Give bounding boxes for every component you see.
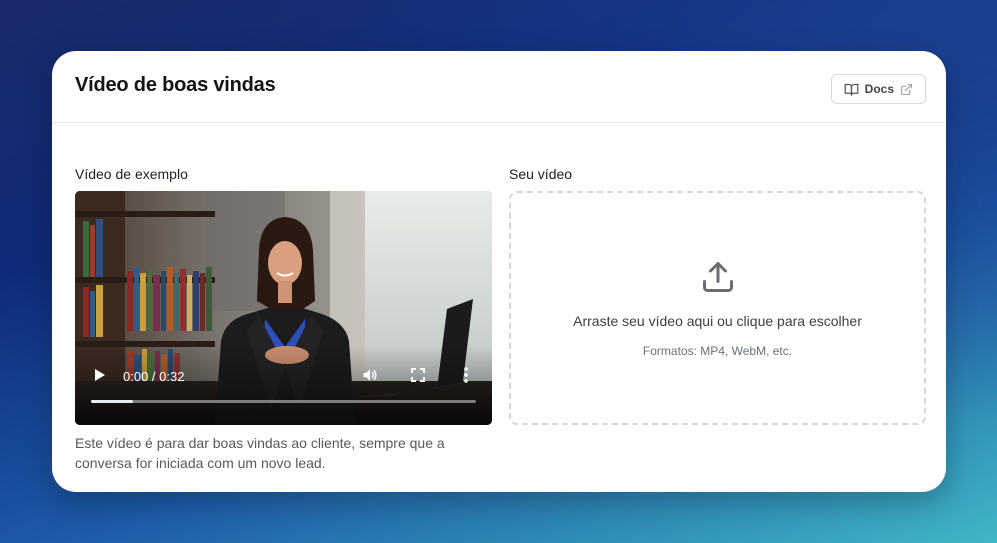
card-header: Vídeo de boas vindas Docs: [52, 51, 946, 123]
docs-button-label: Docs: [864, 82, 894, 96]
video-progress-bar[interactable]: [91, 400, 476, 403]
video-time: 0:00 / 0:32: [123, 369, 185, 384]
upload-icon: [700, 259, 736, 300]
video-upload-dropzone[interactable]: Arraste seu vídeo aqui ou clique para es…: [509, 191, 926, 425]
book-open-icon: [844, 83, 859, 96]
external-link-icon: [900, 83, 913, 96]
page-title: Vídeo de boas vindas: [75, 74, 276, 96]
example-video-label: Vídeo de exemplo: [75, 166, 188, 182]
example-video-player[interactable]: 0:00 / 0:32: [75, 191, 492, 425]
fullscreen-icon[interactable]: [411, 368, 425, 387]
welcome-video-card: Vídeo de boas vindas Docs Vídeo de exemp…: [52, 51, 946, 492]
dropzone-title: Arraste seu vídeo aqui ou clique para es…: [573, 313, 862, 329]
more-vertical-icon[interactable]: [464, 367, 468, 388]
play-icon[interactable]: [92, 367, 106, 388]
your-video-label: Seu vídeo: [509, 166, 573, 182]
dropzone-formats: Formatos: MP4, WebM, etc.: [642, 344, 793, 358]
example-video-caption: Este vídeo é para dar boas vindas ao cli…: [75, 435, 445, 471]
volume-icon[interactable]: [361, 367, 379, 388]
docs-button[interactable]: Docs: [830, 74, 926, 104]
controls-overlay: [75, 345, 492, 425]
video-progress-buffered: [91, 400, 134, 403]
